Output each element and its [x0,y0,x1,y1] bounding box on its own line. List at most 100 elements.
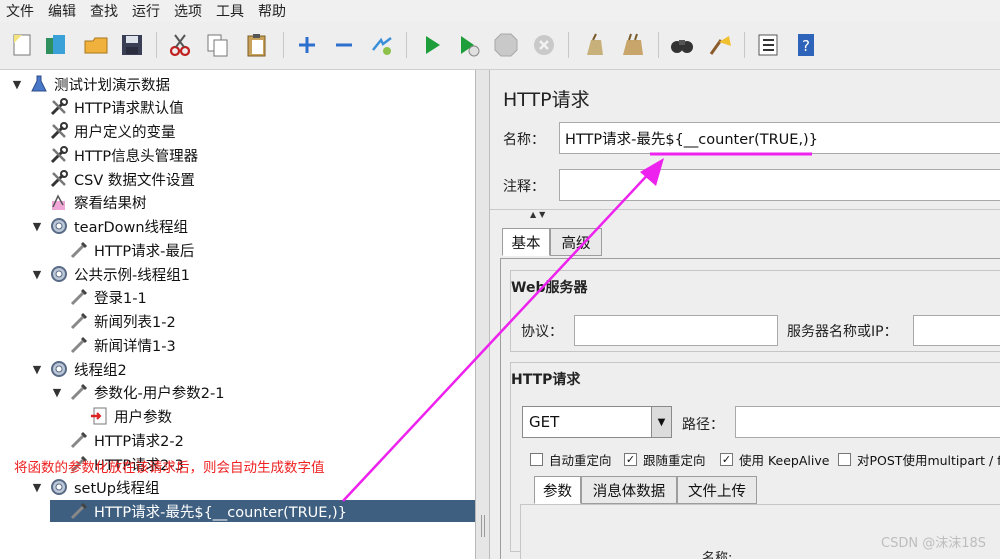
save-icon[interactable] [118,31,146,59]
tree-node-selected[interactable]: HTTP请求-最先${__counter(TRUE,)} [50,500,475,522]
tree-node[interactable]: ▼ 测试计划演示数据 [10,73,170,95]
expand-toggle-icon[interactable]: ▼ [50,386,64,399]
shutdown-icon[interactable] [530,31,558,59]
tree-node[interactable]: HTTP请求2-2 [50,429,184,451]
follow-redirect-checkbox[interactable]: ✓ 跟随重定向 [624,450,706,469]
tab-basic[interactable]: 基本 [502,228,550,256]
clear-icon[interactable] [580,31,608,59]
subtab-file-upload[interactable]: 文件上传 [677,476,757,504]
cut-icon[interactable] [166,31,194,59]
clear-all-icon[interactable] [618,31,646,59]
http-request-section: HTTP请求 [511,372,581,388]
watermark: CSDN @沫沫18S [881,536,986,551]
preprocessor-icon [88,406,110,426]
toggle-icon[interactable] [368,31,396,59]
menu-file[interactable]: 文件 [6,1,34,21]
tree-node[interactable]: 新闻详情1-3 [50,334,176,356]
thread-group-icon [48,359,70,379]
paste-icon[interactable] [243,31,271,59]
tree-node[interactable]: ▼ 线程组2 [30,358,127,380]
search-icon[interactable] [668,31,696,59]
tree-node[interactable]: ▼ 公共示例-线程组1 [30,263,190,285]
table-header-name: 名称: [702,551,733,559]
collapse-icon[interactable] [330,31,358,59]
new-icon[interactable] [8,31,36,59]
subtab-parameters[interactable]: 参数 [534,476,581,504]
collapse-arrows-icon[interactable]: ▲▼ [530,210,548,219]
tree-node[interactable]: HTTP请求默认值 [30,96,184,118]
method-value: GET [529,413,560,431]
tree-node[interactable]: 察看结果树 [30,191,147,213]
menu-edit[interactable]: 编辑 [48,1,76,21]
tree-node[interactable]: HTTP信息头管理器 [30,144,198,166]
path-label: 路径： [682,417,724,433]
tree-node[interactable]: CSV 数据文件设置 [30,168,195,190]
tree-node[interactable]: HTTP请求-最后 [50,239,194,261]
tree-node-label: 登录1-1 [94,290,147,307]
tab-advanced[interactable]: 高级 [550,228,602,256]
server-label: 服务器名称或IP： [787,324,898,340]
menu-search[interactable]: 查找 [90,1,118,21]
copy-icon[interactable] [204,31,232,59]
tree-node-label: 用户参数 [114,409,172,426]
start-no-pause-icon[interactable] [454,31,482,59]
tree-node[interactable]: 新闻列表1-2 [50,310,176,332]
help-icon[interactable]: ? [792,31,820,59]
comment-field[interactable] [559,169,1000,201]
checkmark-icon: ✓ [624,453,637,466]
tree-node[interactable]: ▼ setUp线程组 [30,476,159,498]
menu-help[interactable]: 帮助 [258,1,286,21]
tree-node[interactable]: 用户参数 [70,405,172,427]
stop-icon[interactable] [492,31,520,59]
tree-node-label: HTTP信息头管理器 [74,148,199,165]
expand-toggle-icon[interactable]: ▼ [10,78,24,91]
tree-node[interactable]: 登录1-1 [50,286,147,308]
tree-node-label: 测试计划演示数据 [54,77,170,94]
sampler-pipette-icon [68,240,90,260]
comment-label: 注释： [503,179,545,195]
tree-node[interactable]: 用户定义的变量 [30,120,176,142]
name-field[interactable]: HTTP请求-最先${__counter(TRUE,)} [559,122,1000,154]
sampler-pipette-icon [68,311,90,331]
web-server-section: Web服务器 [511,280,588,296]
auto-redirect-checkbox[interactable]: 自动重定向 [530,450,612,469]
tree-node-label: HTTP请求默认值 [74,100,184,117]
protocol-input[interactable] [574,315,778,346]
expand-icon[interactable] [293,31,321,59]
subtab-body-data[interactable]: 消息体数据 [581,476,677,504]
open-icon[interactable] [82,31,110,59]
expand-toggle-icon[interactable]: ▼ [30,268,44,281]
sampler-pipette-icon [68,430,90,450]
panel-title: HTTP请求 [503,89,590,111]
expand-toggle-icon[interactable]: ▼ [30,363,44,376]
method-select[interactable]: GET ▼ [522,406,672,438]
multipart-checkbox[interactable]: 对POST使用multipart / fo [838,450,1000,469]
menu-tools[interactable]: 工具 [216,1,244,21]
server-input[interactable] [913,315,1000,346]
checkbox-box [838,453,851,466]
tree-node[interactable]: ▼ 参数化-用户参数2-1 [50,381,224,403]
chevron-down-icon[interactable]: ▼ [651,407,671,437]
tree-node-label: 察看结果树 [74,195,147,212]
menu-options[interactable]: 选项 [174,1,202,21]
splitter[interactable] [476,70,490,559]
start-icon[interactable] [418,31,446,59]
menu-bar: 文件 编辑 查找 运行 选项 工具 帮助 [0,0,1000,22]
checkbox-label: 对POST使用multipart / fo [857,453,1000,468]
tree-node[interactable]: ▼ tearDown线程组 [30,215,188,237]
config-wrench-icon [48,121,70,141]
listener-icon [48,192,70,212]
splitter-grip[interactable] [481,515,485,537]
menu-run[interactable]: 运行 [132,1,160,21]
checkbox-box [530,453,543,466]
templates-icon[interactable] [42,31,70,59]
tree-node-label: CSV 数据文件设置 [74,172,195,189]
checkbox-label: 自动重定向 [549,453,612,468]
expand-toggle-icon[interactable]: ▼ [30,481,44,494]
reset-search-icon[interactable] [706,31,734,59]
path-input[interactable] [735,406,1000,438]
expand-toggle-icon[interactable]: ▼ [30,220,44,233]
function-helper-icon[interactable] [754,31,782,59]
tree-node-label: 公共示例-线程组1 [74,267,190,284]
keepalive-checkbox[interactable]: ✓ 使用 KeepAlive [720,450,829,469]
